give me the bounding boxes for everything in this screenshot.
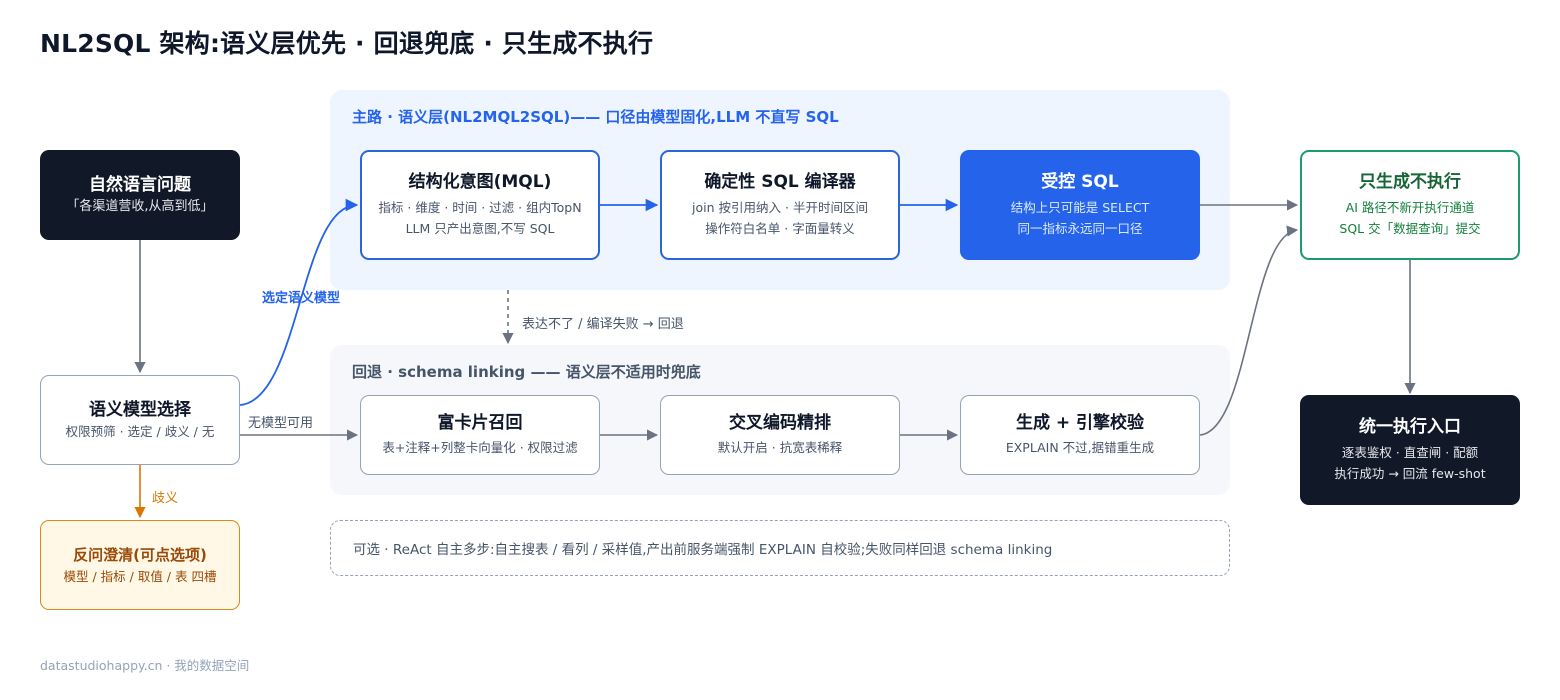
edge-label-ambiguous: 歧义 [152,491,179,506]
node-line: 默认开启 · 抗宽表稀释 [717,440,843,455]
node-clarify: 反问澄清(可点选项) 模型 / 指标 / 取值 / 表 四槽 [40,520,240,610]
node-title: 生成 + 引擎校验 [1015,413,1145,433]
node-line: join 按引用纳入 · 半开时间区间 [692,200,868,215]
node-title: 反问澄清(可点选项) [73,545,207,564]
node-line: 指标 · 维度 · 时间 · 过滤 · 组内TopN [378,200,582,215]
node-title: 只生成不执行 [1359,172,1461,192]
node-title: 受控 SQL [1041,172,1119,192]
node-line: 表+注释+列整卡向量化 · 权限过滤 [382,440,578,455]
node-line: EXPLAIN 不过,据错重生成 [1005,440,1155,455]
node-mql: 结构化意图(MQL) 指标 · 维度 · 时间 · 过滤 · 组内TopN LL… [360,150,600,260]
node-rerank: 交叉编码精排 默认开启 · 抗宽表稀释 [660,395,900,475]
node-gen-only: 只生成不执行 AI 路径不新开执行通道 SQL 交「数据查询」提交 [1300,150,1520,260]
edge-label-no-model: 无模型可用 [248,416,314,431]
node-title: 确定性 SQL 编译器 [704,172,856,192]
node-title: 统一执行入口 [1359,417,1461,437]
react-note: 可选 · ReAct 自主多步:自主搜表 / 看列 / 采样值,产出前服务端强制… [330,520,1230,576]
node-title: 语义模型选择 [89,399,191,420]
edge-label-selected: 选定语义模型 [262,291,341,306]
node-line: 结构上只可能是 SELECT [1010,200,1150,215]
node-line: 操作符白名单 · 字面量转义 [705,221,855,236]
node-controlled-sql: 受控 SQL 结构上只可能是 SELECT 同一指标永远同一口径 [960,150,1200,260]
node-line: 「各渠道营收,从高到低」 [66,198,214,214]
node-line: 逐表鉴权 · 直查闸 · 配额 [1341,445,1479,460]
footer-credit: datastudiohappy.cn · 我的数据空间 [40,658,250,673]
node-title: 结构化意图(MQL) [408,172,552,192]
node-line: SQL 交「数据查询」提交 [1339,221,1481,236]
node-nl-question: 自然语言问题 「各渠道营收,从高到低」 [40,150,240,240]
node-title: 富卡片召回 [437,413,523,433]
node-compiler: 确定性 SQL 编译器 join 按引用纳入 · 半开时间区间 操作符白名单 ·… [660,150,900,260]
edge-label-fallback: 表达不了 / 编译失败 → 回退 [522,317,684,332]
edge-gencheck-to-gen-only [1199,225,1299,436]
node-line: AI 路径不新开执行通道 [1345,200,1475,215]
node-recall: 富卡片召回 表+注释+列整卡向量化 · 权限过滤 [360,395,600,475]
node-exec-entry: 统一执行入口 逐表鉴权 · 直查闸 · 配额 执行成功 → 回流 few-sho… [1300,395,1520,505]
node-line: 模型 / 指标 / 取值 / 表 四槽 [63,568,217,584]
node-line: LLM 只产出意图,不写 SQL [405,221,555,236]
node-title: 自然语言问题 [89,174,191,195]
node-gen-check: 生成 + 引擎校验 EXPLAIN 不过,据错重生成 [960,395,1200,475]
node-line: 同一指标永远同一口径 [1017,221,1143,236]
node-model-select: 语义模型选择 权限预筛 · 选定 / 歧义 / 无 [40,375,240,465]
node-title: 交叉编码精排 [729,413,831,433]
node-line: 执行成功 → 回流 few-shot [1334,466,1486,481]
node-line: 权限预筛 · 选定 / 歧义 / 无 [65,423,215,439]
